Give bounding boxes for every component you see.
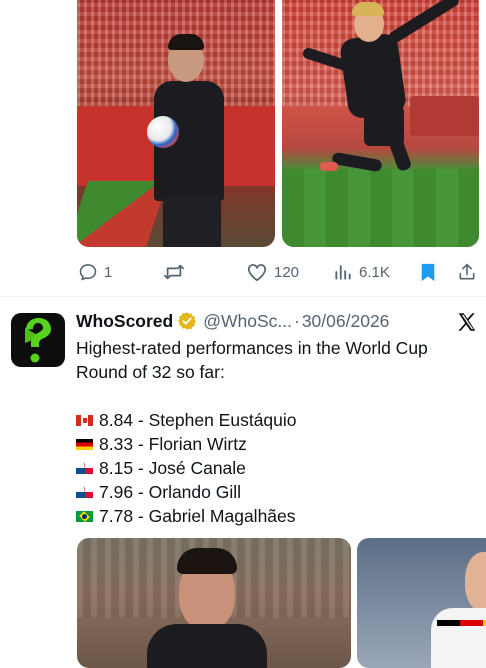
rating-value: 7.96 (99, 482, 134, 502)
views-button[interactable]: 6.1K (333, 262, 390, 282)
player-hair (177, 548, 237, 574)
analytics-icon (335, 265, 351, 280)
shirt-stripe (437, 620, 486, 626)
x-logo-icon[interactable] (456, 311, 478, 333)
header-separator: · (294, 310, 300, 331)
rating-separator: - (133, 506, 149, 526)
like-count: 120 (274, 263, 300, 281)
rating-separator: - (133, 410, 149, 430)
player-name: Gabriel Magalhães (148, 506, 296, 526)
tweet-photo-right[interactable] (357, 538, 486, 668)
player-name: Florian Wirtz (148, 434, 247, 454)
tweet-divider (0, 296, 486, 297)
retweet-icon (164, 264, 184, 280)
rating-row: 7.96 - Orlando Gill (76, 480, 476, 504)
rating-value: 8.15 (99, 458, 134, 478)
rating-row: 7.78 - Gabriel Magalhães (76, 504, 476, 528)
intro-line: Highest-rated performances in the World … (76, 338, 428, 358)
player-leg (385, 129, 413, 173)
player-shirt (431, 608, 486, 668)
heart-icon (247, 264, 267, 282)
verified-badge-icon (178, 312, 197, 330)
intro-line: Round of 32 so far: (76, 362, 225, 382)
player-hair (352, 2, 384, 16)
tweet-photo-right[interactable] (282, 0, 479, 247)
rating-value: 8.84 (99, 410, 134, 430)
player-shorts (163, 196, 221, 247)
canada-flag-icon (76, 414, 93, 426)
football (147, 116, 179, 148)
player-hair (168, 34, 204, 50)
player-face (465, 552, 486, 612)
player-name: Orlando Gill (148, 482, 242, 502)
reply-count: 1 (104, 263, 113, 281)
tweet-header: WhoScored @WhoSc... · 30/06/2026 (76, 309, 389, 333)
reply-button[interactable]: 1 (78, 262, 112, 282)
brazil-flag-icon (76, 510, 93, 522)
avatar[interactable] (11, 313, 65, 367)
player-name: Stephen Eustáquio (148, 410, 297, 430)
rating-row: 8.84 - Stephen Eustáquio (76, 408, 476, 432)
pitch-grass (282, 169, 479, 247)
panama-flag-icon (76, 486, 93, 498)
rating-row: 8.33 - Florian Wirtz (76, 432, 476, 456)
player-shirt (147, 624, 267, 668)
rating-value: 8.33 (99, 434, 134, 454)
tweet-photo-left[interactable] (77, 538, 351, 668)
bookmark-button[interactable] (419, 262, 437, 282)
player-name: José Canale (148, 458, 246, 478)
display-name[interactable]: WhoScored (76, 311, 173, 332)
rating-separator: - (133, 434, 149, 454)
like-button[interactable]: 120 (246, 262, 299, 282)
tweet-text: Highest-rated performances in the World … (76, 336, 476, 528)
player-boot (320, 162, 338, 171)
views-count: 6.1K (359, 263, 390, 281)
user-handle[interactable]: @WhoSc... (203, 311, 292, 332)
rating-row: 8.15 - José Canale (76, 456, 476, 480)
bookmark-icon (421, 263, 435, 281)
share-icon (459, 263, 475, 280)
tweet-photo-left[interactable] (77, 0, 275, 247)
tweet-date[interactable]: 30/06/2026 (302, 311, 390, 332)
question-mark-icon (25, 318, 51, 363)
panama-flag-icon (76, 462, 93, 474)
stadium-banner (410, 96, 479, 136)
share-button[interactable] (457, 262, 477, 282)
reply-icon (79, 264, 97, 281)
retweet-button[interactable] (163, 262, 191, 282)
germany-flag-icon (76, 438, 93, 450)
rating-separator: - (133, 482, 149, 502)
rating-value: 7.78 (99, 506, 134, 526)
rating-separator: - (133, 458, 149, 478)
